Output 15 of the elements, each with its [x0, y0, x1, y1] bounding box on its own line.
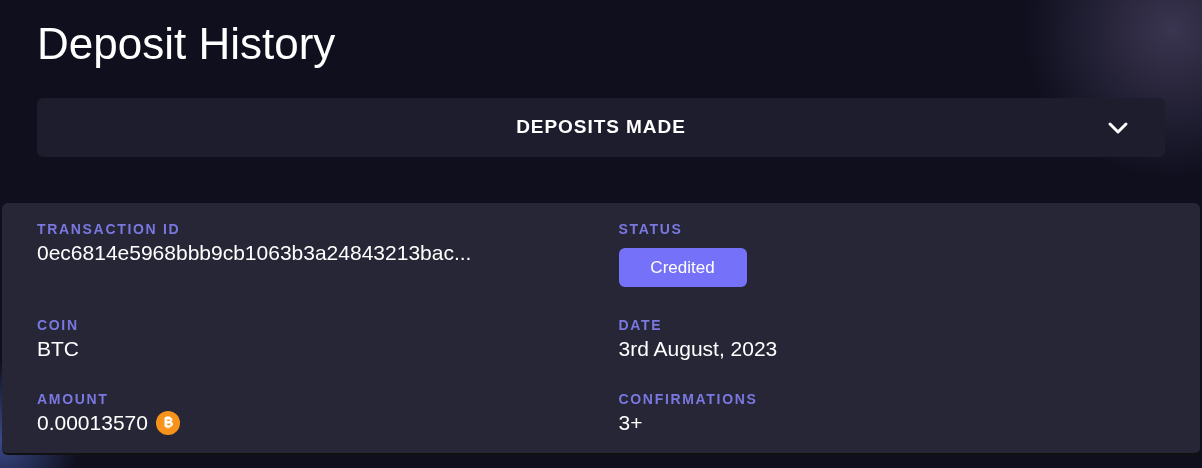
- field-value: 0ec6814e5968bbb9cb1063b3a24843213bac...: [37, 240, 472, 266]
- field-label: CONFIRMATIONS: [618, 390, 758, 408]
- deposits-dropdown[interactable]: DEPOSITS MADE: [37, 98, 1165, 157]
- field-label: STATUS: [618, 220, 683, 238]
- field-value: BTC: [37, 336, 79, 362]
- field-label: TRANSACTION ID: [37, 220, 181, 238]
- field-label: DATE: [618, 316, 663, 334]
- field-value: 3+: [618, 410, 643, 436]
- field-label: COIN: [37, 316, 79, 334]
- page-title: Deposit History: [37, 18, 336, 66]
- status-badge: Credited: [618, 248, 747, 287]
- field-label: AMOUNT: [37, 390, 109, 408]
- field-value: 3rd August, 2023: [618, 336, 778, 362]
- amount-value: 0.00013570: [37, 410, 148, 436]
- coin-icon: [155, 411, 180, 435]
